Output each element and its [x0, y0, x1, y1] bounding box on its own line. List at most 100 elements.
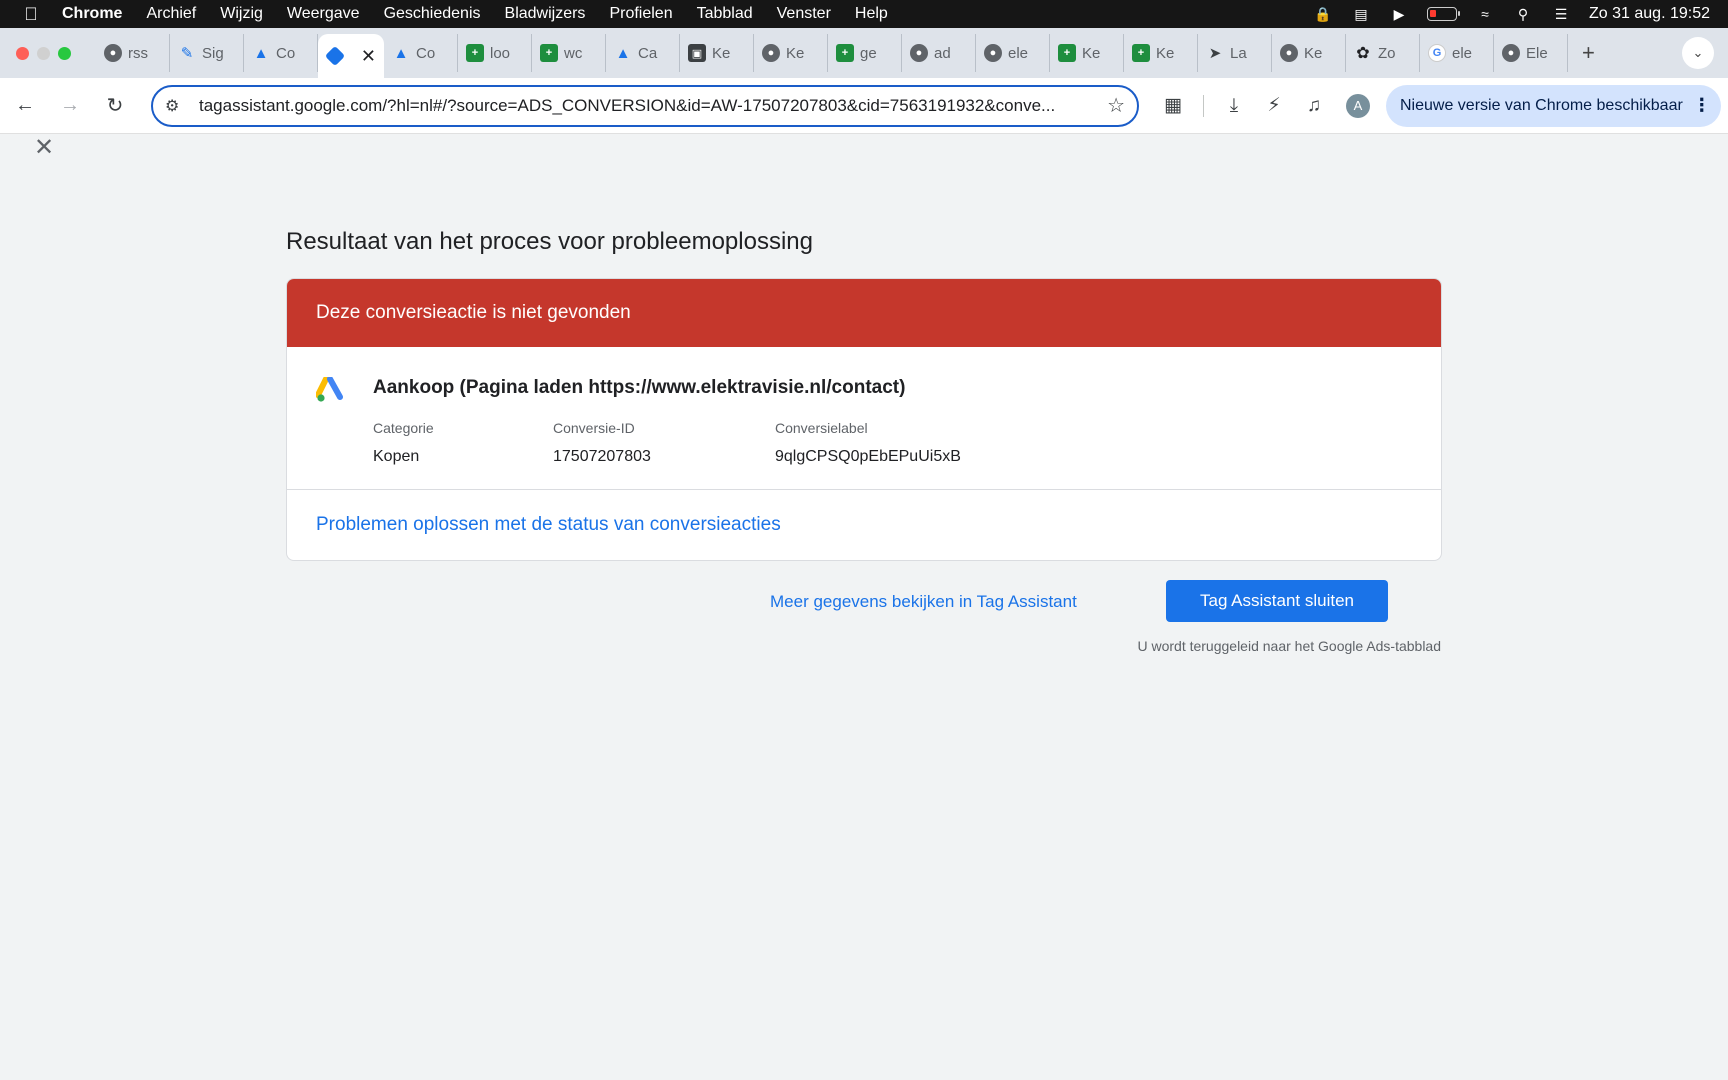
- sheets-icon: +: [836, 44, 854, 62]
- tab[interactable]: ▲ Co: [244, 34, 318, 72]
- google-ads-icon: ▲: [393, 44, 409, 62]
- tab-close-icon[interactable]: ✕: [361, 46, 376, 67]
- lock-icon[interactable]: 🔒: [1313, 6, 1333, 22]
- bookmark-star-icon[interactable]: ☆: [1107, 93, 1125, 118]
- menu-venster[interactable]: Venster: [765, 5, 843, 23]
- sheets-icon: +: [540, 44, 558, 62]
- sheets-icon: +: [466, 44, 484, 62]
- globe-icon: ●: [1502, 44, 1520, 62]
- browser-toolbar: ← → ↻ ⚙ tagassistant.google.com/?hl=nl#/…: [0, 78, 1728, 134]
- apple-icon[interactable]: : [0, 4, 62, 25]
- menu-profielen[interactable]: Profielen: [597, 5, 684, 23]
- conversion-name: Aankoop (Pagina laden https://www.elektr…: [373, 377, 906, 398]
- status-area: 🔒 ▤ ▶ ≈ ⚲ ☰ Zo 31 aug. 19:52: [1313, 5, 1728, 23]
- menu-bladwijzers[interactable]: Bladwijzers: [493, 5, 598, 23]
- google-ads-icon: [316, 377, 343, 402]
- performance-icon[interactable]: ⚡: [1254, 86, 1294, 126]
- new-tab-icon[interactable]: +: [1568, 40, 1609, 66]
- control-center-icon[interactable]: ☰: [1551, 6, 1571, 22]
- wifi-icon[interactable]: ≈: [1475, 6, 1495, 22]
- toolbar-divider: [1203, 94, 1204, 117]
- tab[interactable]: ● ad: [902, 34, 976, 72]
- more-details-link[interactable]: Meer gegevens bekijken in Tag Assistant: [770, 592, 1077, 612]
- more-menu-icon[interactable]: ⋮: [1693, 95, 1711, 116]
- forward-arrow-icon[interactable]: →: [50, 86, 90, 126]
- play-icon[interactable]: ▶: [1389, 6, 1409, 22]
- image-icon: ▣: [688, 44, 706, 62]
- tab[interactable]: ● ele: [976, 34, 1050, 72]
- tab[interactable]: ● Ke: [1272, 34, 1346, 72]
- profile-avatar[interactable]: A: [1346, 93, 1370, 118]
- chrome-update-button[interactable]: Nieuwe versie van Chrome beschikbaar ⋮: [1386, 84, 1721, 127]
- spotlight-search-icon[interactable]: ⚲: [1513, 6, 1533, 22]
- tab[interactable]: ▲ Co: [384, 34, 458, 72]
- sheets-icon: +: [1132, 44, 1150, 62]
- media-controls-icon[interactable]: ♫: [1294, 86, 1334, 126]
- conversion-id-field: Conversie-ID 17507207803: [553, 420, 651, 466]
- conversion-id-label: Conversie-ID: [553, 420, 635, 436]
- menu-tabblad[interactable]: Tabblad: [685, 5, 765, 23]
- tag-assistant-icon: [324, 45, 346, 67]
- menu-wijzig[interactable]: Wijzig: [208, 5, 275, 23]
- close-tag-assistant-button[interactable]: Tag Assistant sluiten: [1166, 580, 1388, 622]
- troubleshoot-link[interactable]: Problemen oplossen met de status van con…: [287, 490, 1441, 560]
- tab[interactable]: + ge: [828, 34, 902, 72]
- tab-active[interactable]: ✕: [318, 34, 384, 78]
- tab[interactable]: ➤ La: [1198, 34, 1272, 72]
- globe-icon: ●: [984, 44, 1002, 62]
- back-arrow-icon[interactable]: ←: [5, 86, 45, 126]
- tab[interactable]: ● rss: [96, 34, 170, 72]
- menu-weergave[interactable]: Weergave: [275, 5, 372, 23]
- google-ads-icon: ▲: [615, 44, 631, 62]
- tab[interactable]: ● Ke: [754, 34, 828, 72]
- keyboard-icon[interactable]: ▤: [1351, 6, 1371, 22]
- menubar-clock[interactable]: Zo 31 aug. 19:52: [1589, 5, 1710, 23]
- google-icon: G: [1428, 44, 1446, 62]
- tab[interactable]: ✿ Zo: [1346, 34, 1420, 72]
- globe-icon: ●: [104, 44, 122, 62]
- error-banner: Deze conversieactie is niet gevonden: [287, 279, 1441, 347]
- download-icon[interactable]: ⤓: [1214, 86, 1254, 126]
- conversion-label-value: 9qlgCPSQ0pEbEPuUi5xB: [775, 448, 961, 465]
- tab[interactable]: + Ke: [1124, 34, 1198, 72]
- conversion-label-label: Conversielabel: [775, 420, 868, 436]
- tab-strip: ● rss ✎ Sig ▲ Co ✕ ▲ Co + loo + wc ▲ Ca ▣ Ke ● Ke…: [0, 28, 1728, 78]
- tab[interactable]: ▲ Ca: [606, 34, 680, 72]
- category-field: Categorie Kopen: [373, 420, 434, 466]
- category-label: Categorie: [373, 420, 434, 436]
- menu-archief[interactable]: Archief: [134, 5, 208, 23]
- tab[interactable]: + loo: [458, 34, 532, 72]
- conversion-label-field: Conversielabel 9qlgCPSQ0pEbEPuUi5xB: [775, 420, 961, 466]
- tab[interactable]: + Ke: [1050, 34, 1124, 72]
- google-ads-icon: ▲: [253, 44, 269, 62]
- reload-icon[interactable]: ↻: [95, 86, 135, 126]
- tab[interactable]: ● Ele: [1494, 34, 1568, 72]
- menu-help[interactable]: Help: [843, 5, 900, 23]
- openai-icon: ✿: [1356, 45, 1370, 62]
- category-value: Kopen: [373, 448, 420, 465]
- page-title: Resultaat van het proces voor probleemop…: [286, 228, 813, 255]
- globe-icon: ●: [1280, 44, 1298, 62]
- tab[interactable]: Gele: [1420, 34, 1494, 72]
- menu-geschiedenis[interactable]: Geschiedenis: [372, 5, 493, 23]
- window-controls: [0, 46, 96, 60]
- extensions-puzzle-icon[interactable]: ▦: [1153, 86, 1193, 126]
- globe-icon: ●: [762, 44, 780, 62]
- site-info-icon[interactable]: ⚙: [165, 96, 185, 116]
- battery-icon[interactable]: [1427, 7, 1461, 21]
- tab[interactable]: ▣ Ke: [680, 34, 754, 72]
- redirect-note: U wordt teruggeleid naar het Google Ads-…: [1137, 638, 1441, 654]
- address-bar[interactable]: ⚙ tagassistant.google.com/?hl=nl#/?sourc…: [151, 84, 1139, 127]
- url-text[interactable]: tagassistant.google.com/?hl=nl#/?source=…: [199, 96, 1093, 116]
- menu-app-chrome[interactable]: Chrome: [62, 5, 134, 23]
- tab-search-chevron-icon[interactable]: ⌄: [1682, 37, 1714, 69]
- conversion-details: [287, 347, 1441, 490]
- minimize-window-icon[interactable]: [37, 46, 50, 60]
- fullscreen-window-icon[interactable]: [58, 46, 71, 60]
- tab[interactable]: ✎ Sig: [170, 34, 244, 72]
- plane-icon: ➤: [1208, 45, 1222, 62]
- close-window-icon[interactable]: [16, 46, 29, 60]
- close-icon[interactable]: ✕: [30, 133, 58, 161]
- tab[interactable]: + wc: [532, 34, 606, 72]
- conversion-id-value: 17507207803: [553, 448, 651, 465]
